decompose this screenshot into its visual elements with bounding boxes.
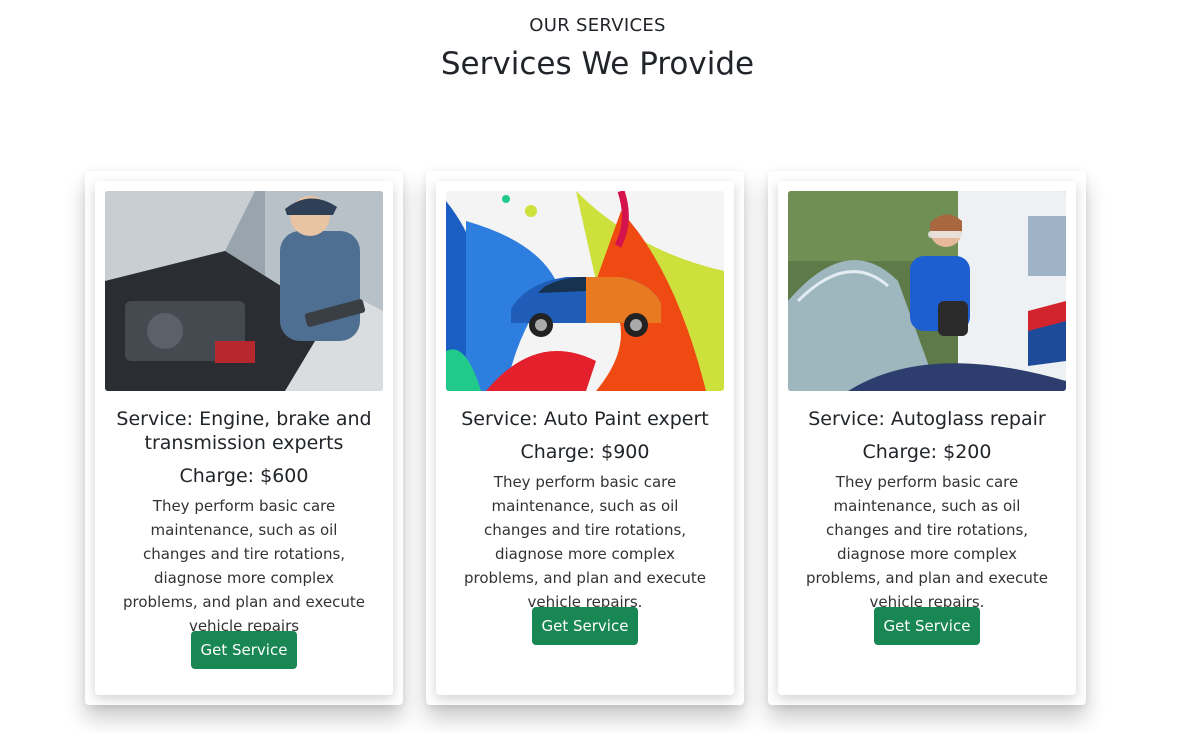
get-service-button[interactable]: Get Service <box>874 607 980 645</box>
service-title: Service: Engine, brake and transmission … <box>116 408 372 454</box>
windshield-repair-image <box>788 191 1066 391</box>
car-paint-splash-image <box>446 191 724 391</box>
service-description: They perform basic care maintenance, suc… <box>805 473 1049 611</box>
section-eyebrow: OUR SERVICES <box>529 15 666 36</box>
section-title: Services We Provide <box>440 46 755 82</box>
car-paint-splash-photo <box>446 191 724 391</box>
service-charge: Charge: $600 <box>179 465 309 487</box>
service-card-paint: Service: Auto Paint expert Charge: $900 … <box>426 171 744 705</box>
service-title: Service: Autoglass repair <box>808 408 1046 430</box>
service-card-engine: Service: Engine, brake and transmission … <box>85 171 403 705</box>
service-card-inner: Service: Engine, brake and transmission … <box>95 181 393 695</box>
get-service-button[interactable]: Get Service <box>191 631 297 669</box>
service-description: They perform basic care maintenance, suc… <box>463 473 707 611</box>
service-charge: Charge: $200 <box>862 441 992 463</box>
service-card-inner: Service: Autoglass repair Charge: $200 T… <box>778 181 1076 695</box>
service-card-autoglass: Service: Autoglass repair Charge: $200 T… <box>768 171 1086 705</box>
service-card-inner: Service: Auto Paint expert Charge: $900 … <box>436 181 734 695</box>
get-service-button[interactable]: Get Service <box>532 607 638 645</box>
windshield-repair-photo <box>788 191 1066 391</box>
mechanic-engine-photo <box>105 191 383 391</box>
service-charge: Charge: $900 <box>520 441 650 463</box>
mechanic-engine-image <box>105 191 383 391</box>
service-title: Service: Auto Paint expert <box>461 408 709 430</box>
service-description: They perform basic care maintenance, suc… <box>122 497 366 635</box>
